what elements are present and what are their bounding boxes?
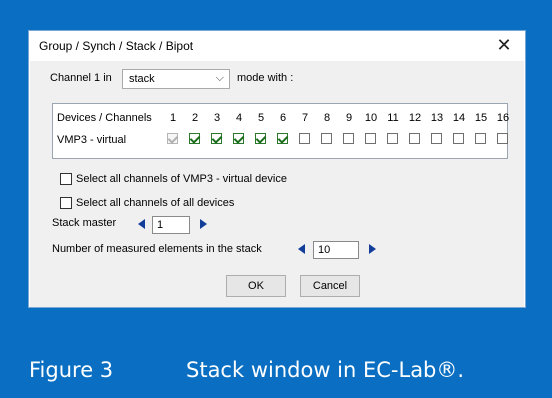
figure-caption: Stack window in EC-Lab®. [186,358,465,382]
figure-label: Figure 3 [29,358,114,382]
measured-elements-value: 10 [318,244,331,256]
channel-number: 14 [452,112,466,124]
channel-checkbox[interactable] [255,133,266,144]
device-name: VMP3 - virtual [57,134,127,146]
dialog-body: Channel 1 in stack ⌵ mode with : Devices… [30,61,524,307]
channel-number: 15 [474,112,488,124]
ok-button[interactable]: OK [226,275,286,297]
mode-suffix-label: mode with : [237,72,294,84]
channels-grid: Devices / Channels VMP3 - virtual 123456… [52,103,509,159]
channel-number: 6 [279,112,287,124]
select-all-devices-checkbox[interactable] [60,197,72,209]
channel-checkbox[interactable] [387,133,398,144]
channel-checkbox[interactable] [299,133,310,144]
channel-number: 1 [169,112,177,124]
stack-dialog: Group / Synch / Stack / Bipot ✕ Channel … [28,30,526,308]
channel-number: 3 [213,112,221,124]
channel-number: 12 [408,112,422,124]
channel-checkbox[interactable] [211,133,222,144]
channel-checkbox[interactable] [189,133,200,144]
title-bar: Group / Synch / Stack / Bipot ✕ [29,31,525,61]
measured-elements-decrement-icon[interactable] [298,244,305,254]
channel-checkbox[interactable] [321,133,332,144]
stack-master-increment-icon[interactable] [200,219,207,229]
dialog-title: Group / Synch / Stack / Bipot [39,39,194,53]
mode-select-value: stack [129,73,155,85]
channel-number: 9 [345,112,353,124]
cancel-button[interactable]: Cancel [300,275,360,297]
channel-checkbox[interactable] [365,133,376,144]
select-all-device-label: Select all channels of VMP3 - virtual de… [76,173,287,185]
select-all-devices-label: Select all channels of all devices [76,197,235,209]
grid-header-label: Devices / Channels [57,112,152,124]
measured-elements-increment-icon[interactable] [369,244,376,254]
channel-checkbox [167,133,178,144]
channel-number: 8 [323,112,331,124]
stack-master-value: 1 [157,219,164,231]
mode-select[interactable]: stack ⌵ [122,69,230,89]
select-all-device-checkbox[interactable] [60,173,72,185]
channel-checkbox[interactable] [343,133,354,144]
measured-elements-input[interactable]: 10 [313,241,359,259]
channel-number: 7 [301,112,309,124]
close-icon[interactable]: ✕ [495,35,513,55]
channel-number: 16 [496,112,510,124]
channel-checkbox[interactable] [497,133,508,144]
channel-checkbox[interactable] [453,133,464,144]
chevron-down-icon: ⌵ [215,72,224,84]
channel-checkbox[interactable] [475,133,486,144]
channel-number: 4 [235,112,243,124]
channel-checkbox[interactable] [431,133,442,144]
channel-number: 10 [364,112,378,124]
channel-checkbox[interactable] [409,133,420,144]
measured-elements-label: Number of measured elements in the stack [52,243,262,255]
channel-number: 13 [430,112,444,124]
stack-master-decrement-icon[interactable] [138,219,145,229]
channel-checkbox[interactable] [277,133,288,144]
channel-checkbox[interactable] [233,133,244,144]
stack-master-input[interactable]: 1 [152,216,190,234]
channel-number: 2 [191,112,199,124]
channel-number: 11 [387,112,399,124]
channel-number: 5 [257,112,265,124]
stack-master-label: Stack master [52,217,117,229]
channel-label: Channel 1 in [50,72,112,84]
